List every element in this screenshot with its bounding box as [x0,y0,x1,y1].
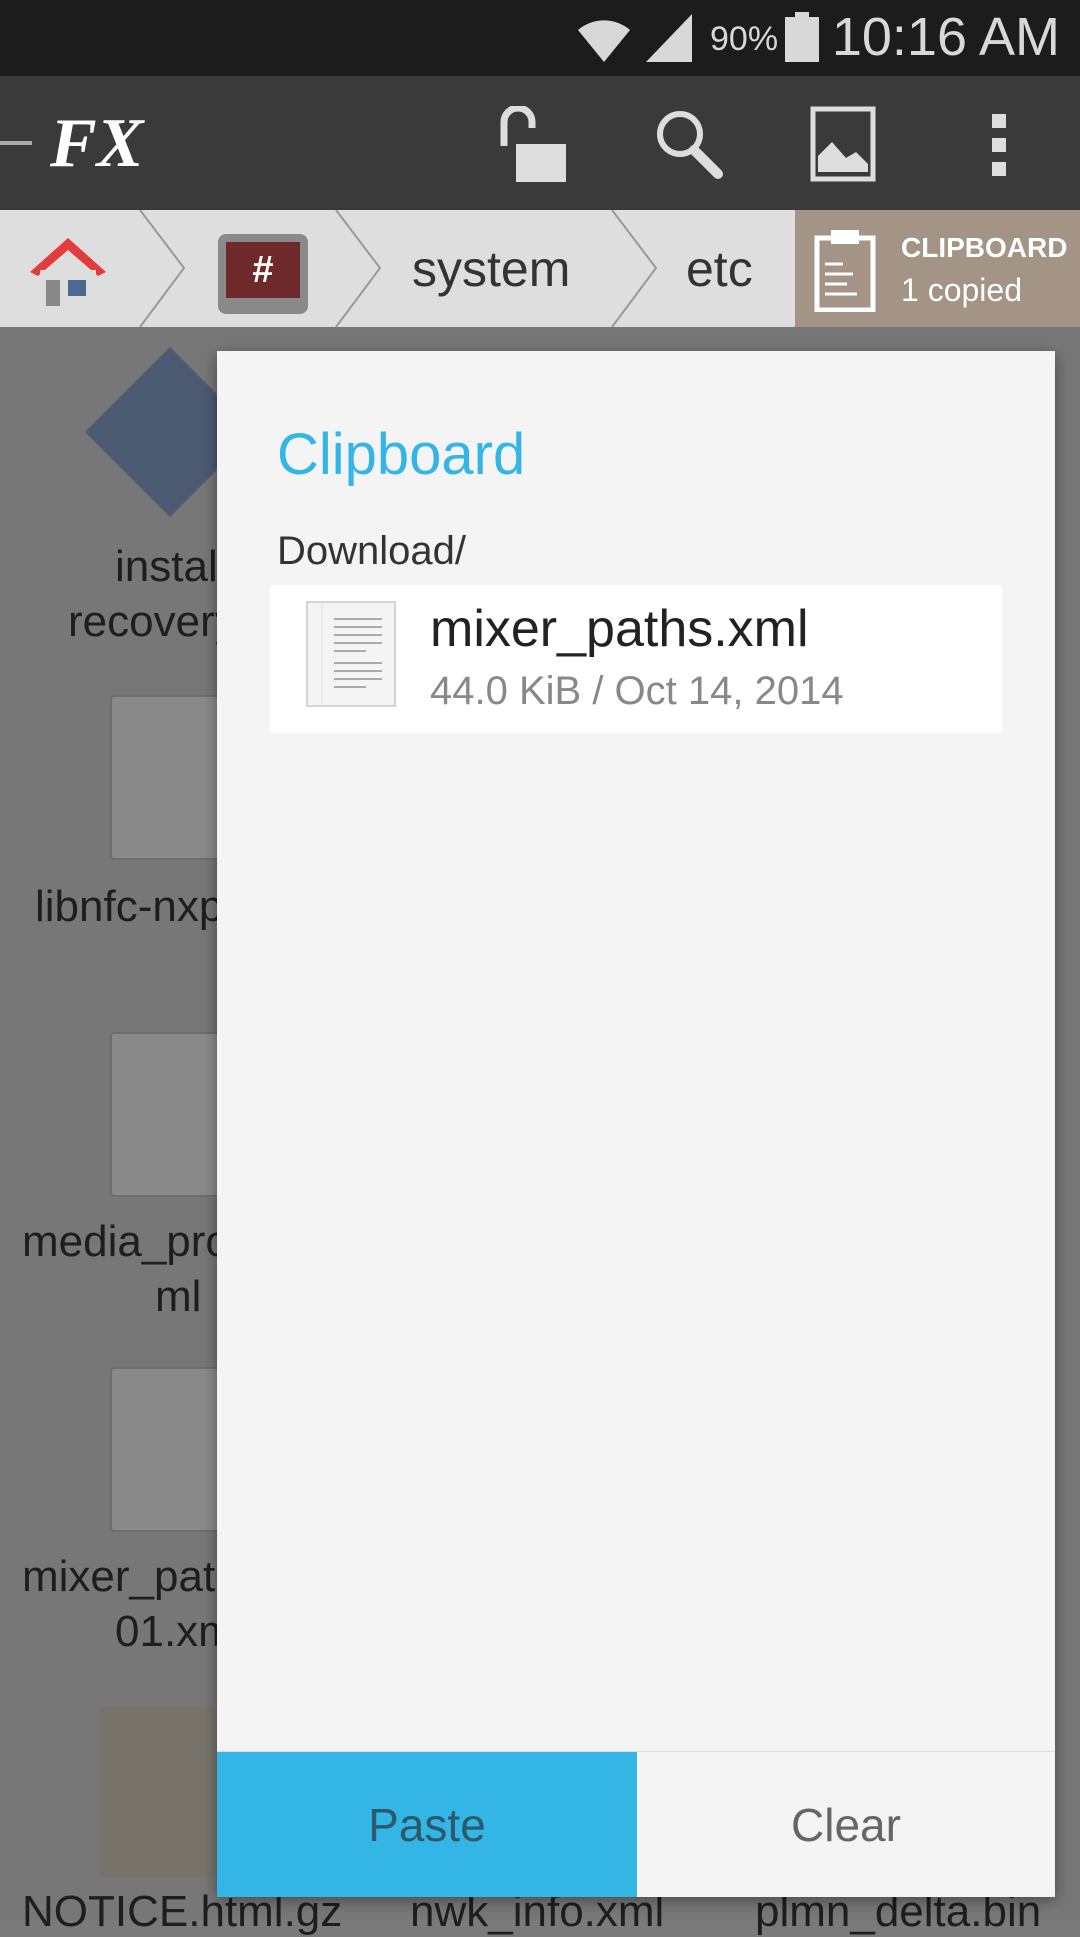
battery-percent: 90% [710,20,779,58]
clipboard-button[interactable]: CLIPBOARD 1 copied [795,210,1080,327]
app-logo[interactable]: FX [50,104,143,184]
file-label[interactable]: media_pro [22,1217,230,1267]
chevron-separator [139,210,186,327]
file-icon [110,1367,220,1532]
clipboard-count: 1 copied [901,272,1022,308]
archive-icon [100,1707,230,1877]
unlock-icon[interactable] [496,106,572,182]
dialog-buttons: Paste Clear [217,1751,1055,1897]
clipboard-dialog: Clipboard Download/ mixer_paths.xml 44.0… [217,351,1055,1897]
item-name: mixer_paths.xml [430,600,809,658]
clipboard-path: Download/ [277,529,467,573]
file-icon [110,1032,220,1197]
file-label[interactable]: mixer_pat [22,1552,215,1602]
clipboard-item[interactable]: mixer_paths.xml 44.0 KiB / Oct 14, 2014 [270,585,1002,733]
item-meta: 44.0 KiB / Oct 14, 2014 [430,669,844,713]
root-hash-icon: # [226,242,300,298]
overflow-menu-icon[interactable] [962,106,1038,182]
status-bar: 90% 10:16 AM [0,0,1080,76]
file-icon [110,695,220,860]
file-label[interactable]: libnfc-nxp [35,882,223,932]
home-icon [30,238,106,306]
clear-button[interactable]: Clear [637,1752,1055,1897]
drawer-indicator[interactable] [0,141,32,145]
file-label[interactable]: ml [155,1272,201,1322]
wifi-icon [578,20,630,62]
battery-icon [785,12,819,62]
paste-button[interactable]: Paste [217,1752,637,1897]
image-icon[interactable] [808,106,884,182]
toolbar: FX [0,76,1080,210]
clock: 10:16 AM [831,7,1060,67]
document-icon [306,601,396,707]
file-label[interactable]: recovery [68,597,237,647]
breadcrumb-etc[interactable]: etc [686,240,753,298]
clipboard-icon [814,230,876,312]
dialog-title: Clipboard [277,422,526,487]
breadcrumb-system[interactable]: system [412,240,570,298]
chevron-separator [335,210,382,327]
breadcrumb-root[interactable]: # [218,234,308,314]
file-label[interactable]: instal [115,542,218,592]
signal-icon [646,14,692,62]
search-icon[interactable] [652,106,728,182]
clipboard-title: CLIPBOARD [901,232,1068,263]
chevron-separator [611,210,658,327]
breadcrumb-home[interactable] [0,210,150,327]
